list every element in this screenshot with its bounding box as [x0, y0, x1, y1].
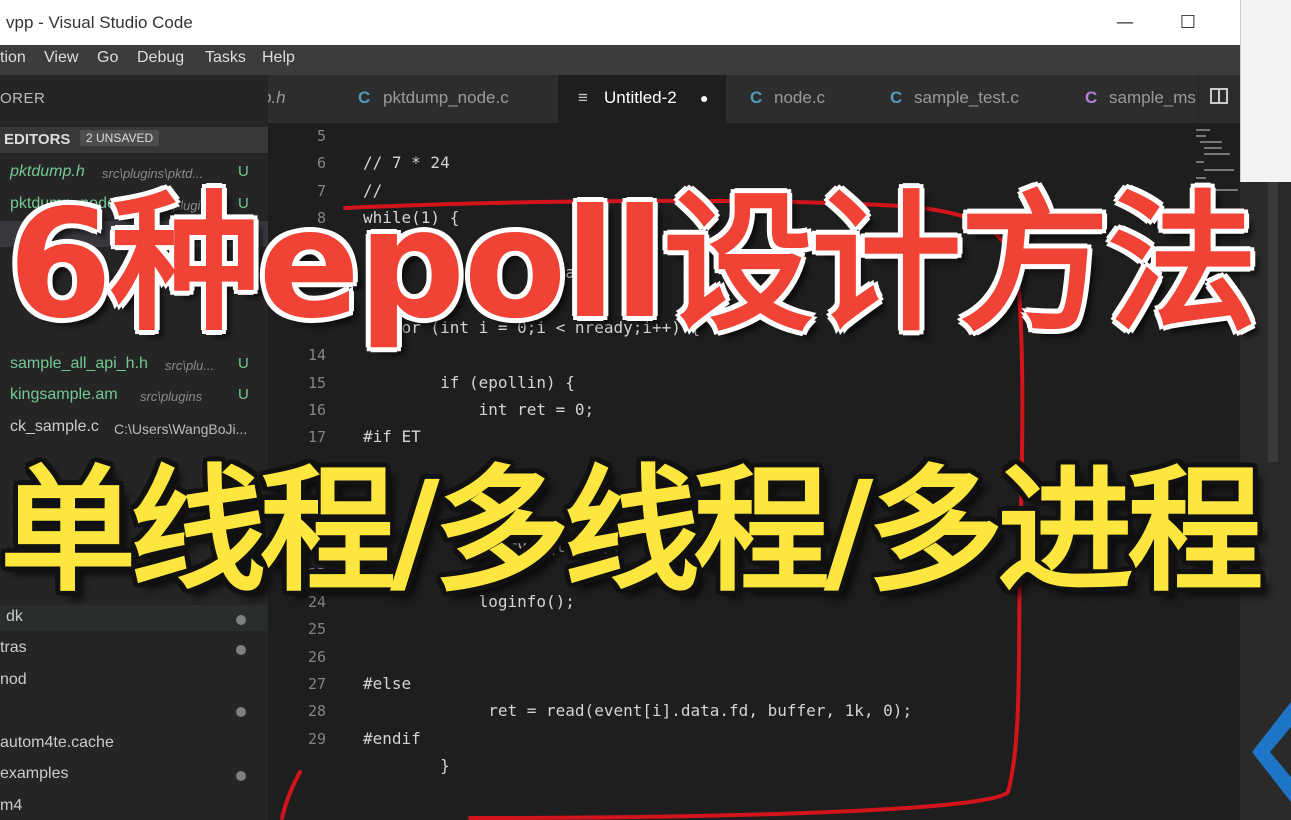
tab-bar: p.h C pktdump_node.c ≡ Untitled-2 ● C no…: [268, 75, 1240, 123]
line-number: 26: [307, 647, 326, 666]
modified-dot: [236, 771, 246, 781]
tab-sample-ms[interactable]: C sample_ms: [1061, 75, 1199, 123]
tab-label: node.c: [774, 88, 826, 107]
tab-label: pktdump_node.c: [383, 88, 509, 107]
explorer-header: ORER: [0, 90, 46, 107]
cover-subtitle: 单线程/多线程/多进程: [0, 453, 1263, 611]
tab-pktdump-h[interactable]: p.h: [268, 75, 339, 123]
file-status: U: [238, 386, 249, 403]
menu-go[interactable]: Go: [97, 49, 118, 67]
menu-selection[interactable]: tion: [0, 49, 26, 67]
window-title: vpp - Visual Studio Code: [6, 13, 193, 32]
menu-view[interactable]: View: [44, 49, 78, 67]
tab-sample-test[interactable]: C sample_test.c: [866, 75, 1062, 123]
modified-dot: [236, 645, 246, 655]
file-path: src\plugins: [140, 389, 203, 404]
line-number: 28: [307, 702, 326, 721]
line-number: 15: [307, 373, 326, 392]
open-file-item[interactable]: kingsample.am src\plugins U: [0, 383, 268, 409]
open-editors-label: EDITORS: [4, 131, 71, 148]
tree-item[interactable]: m4: [0, 797, 22, 815]
line-number: 6: [316, 154, 326, 173]
code-line[interactable]: ret = read(event[i].data.fd, buffer, 1k,…: [363, 701, 912, 720]
unsaved-badge: 2 UNSAVED: [80, 130, 160, 146]
c-file-icon: C: [1085, 88, 1098, 107]
line-number: 27: [307, 675, 326, 693]
line-number: 5: [316, 127, 326, 145]
file-name: kingsample.am: [10, 386, 118, 403]
line-number: 16: [307, 401, 326, 419]
menu-help[interactable]: Help: [262, 49, 295, 67]
tab-label: p.h: [268, 88, 286, 107]
tab-label: sample_test.c: [914, 88, 1019, 107]
menu-debug[interactable]: Debug: [137, 49, 184, 67]
tab-pktdump-node[interactable]: C pktdump_node.c: [338, 75, 559, 123]
text-file-icon: ≡: [578, 88, 588, 107]
file-status: U: [238, 355, 249, 372]
tree-item[interactable]: tras: [0, 639, 27, 657]
code-line[interactable]: // 7 * 24: [363, 153, 450, 172]
title-bar: vpp - Visual Studio Code — ☐: [0, 0, 1240, 45]
open-editors-section[interactable]: EDITORS 2 UNSAVED: [0, 127, 268, 153]
c-file-icon: C: [750, 88, 763, 107]
menu-tasks[interactable]: Tasks: [205, 49, 246, 67]
file-path: src\plu...: [165, 358, 215, 373]
cover-title: 6种epoll设计方法: [8, 178, 1257, 352]
tree-item[interactable]: examples: [0, 765, 68, 783]
tab-node-c[interactable]: C node.c: [726, 75, 867, 123]
tab-label: sample_ms: [1109, 88, 1196, 107]
code-line[interactable]: if (epollin) {: [363, 373, 575, 392]
tab-label: Untitled-2: [604, 88, 677, 107]
file-path: C:\Users\WangBoJi...: [114, 421, 248, 437]
file-name: sample_all_api_h.h: [10, 355, 148, 372]
background-window: [1240, 0, 1291, 182]
code-line[interactable]: }: [363, 756, 450, 775]
code-line[interactable]: int ret = 0;: [363, 400, 595, 419]
menu-bar: tion View Go Debug Tasks Help: [0, 45, 1240, 75]
code-line[interactable]: #else: [363, 674, 411, 693]
line-number: 29: [307, 729, 326, 748]
modified-dot: [236, 707, 246, 717]
open-file-item[interactable]: ck_sample.c C:\Users\WangBoJi...: [0, 415, 268, 441]
line-number: 17: [307, 428, 326, 447]
c-file-icon: C: [358, 88, 371, 107]
code-line[interactable]: #endif: [363, 729, 421, 748]
line-number: 25: [307, 620, 326, 639]
tab-untitled-2[interactable]: ≡ Untitled-2 ●: [558, 75, 727, 123]
file-name: ck_sample.c: [10, 418, 99, 435]
editor-scrollbar[interactable]: [1268, 182, 1278, 462]
unsaved-dot-icon[interactable]: ●: [700, 90, 708, 106]
modified-dot: [236, 615, 246, 625]
code-line[interactable]: #if ET: [363, 427, 421, 446]
tree-item[interactable]: autom4te.cache: [0, 734, 114, 752]
split-editor-icon[interactable]: [1210, 88, 1228, 104]
tree-item[interactable]: nod: [0, 671, 27, 689]
open-file-item[interactable]: sample_all_api_h.h src\plu... U: [0, 352, 268, 378]
minimize-button[interactable]: —: [1112, 10, 1138, 36]
c-file-icon: C: [890, 88, 903, 107]
maximize-button[interactable]: ☐: [1175, 10, 1201, 36]
